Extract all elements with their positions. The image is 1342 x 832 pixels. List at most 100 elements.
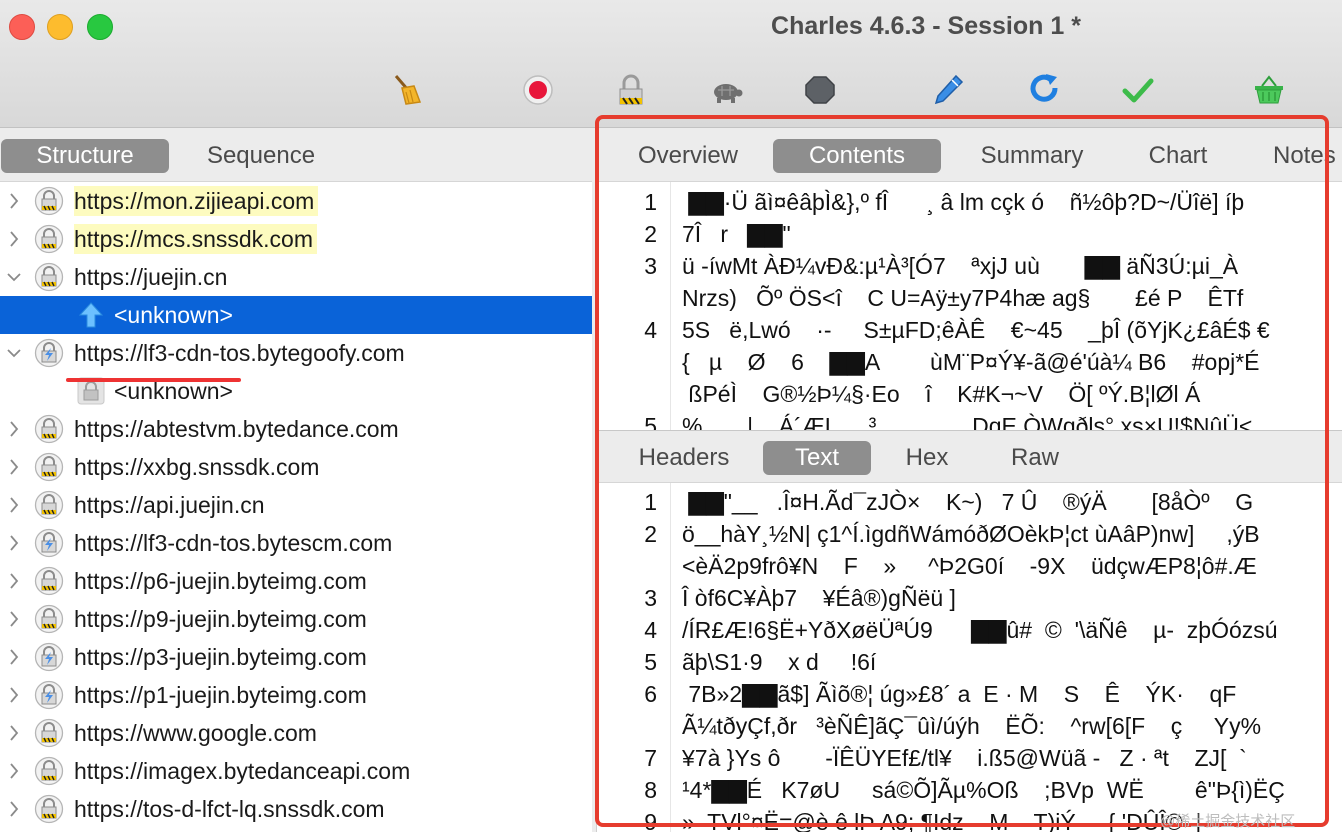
line-number: 9: [644, 809, 657, 832]
upload-arrow-icon: [76, 300, 106, 330]
chevron-right-icon[interactable]: [7, 646, 21, 668]
tab-structure[interactable]: Structure: [1, 139, 169, 173]
tab-contents[interactable]: Contents: [773, 139, 941, 173]
chevron-right-icon[interactable]: [7, 722, 21, 744]
chevron-right-icon[interactable]: [7, 494, 21, 516]
tab-raw[interactable]: Raw: [987, 441, 1083, 475]
lock-icon: [34, 756, 64, 786]
chevron-right-icon[interactable]: [7, 608, 21, 630]
ssl-proxy-icon[interactable]: [613, 72, 649, 108]
tree-row-label: https://lf3-cdn-tos.bytescm.com: [74, 530, 393, 556]
stop-hexagon-icon[interactable]: [802, 72, 838, 108]
lock-icon: [34, 186, 64, 216]
chevron-right-icon[interactable]: [7, 532, 21, 554]
content-line: % | Á´ÆL ³ DqE ÒWqðls° xs×U!$NûÜ<: [682, 413, 1253, 430]
content-line: 7Î r ▇▇": [682, 221, 791, 247]
tree-host-row[interactable]: https://juejin.cn: [0, 258, 592, 296]
line-number: 7: [644, 745, 657, 771]
chevron-down-icon[interactable]: [7, 266, 21, 288]
tree-row-label: https://p6-juejin.byteimg.com: [74, 568, 367, 594]
throttle-turtle-icon[interactable]: [708, 72, 744, 108]
chevron-right-icon[interactable]: [7, 418, 21, 440]
chevron-down-icon[interactable]: [7, 342, 21, 364]
content-line: /ÍR£Æ!6§Ë+YðXøëÜªÚ9 ▇▇û# © '\äÑê µ- zþÓó…: [682, 617, 1278, 643]
record-icon[interactable]: [520, 72, 556, 108]
tree-host-row[interactable]: https://api.juejin.cn: [0, 486, 592, 524]
broom-icon[interactable]: [388, 72, 424, 108]
lock-icon: [34, 414, 64, 444]
tree-host-row[interactable]: https://p3-juejin.byteimg.com: [0, 638, 592, 676]
line-number: 4: [644, 317, 657, 343]
tab-summary[interactable]: Summary: [957, 139, 1107, 173]
tree-host-row[interactable]: https://p9-juejin.byteimg.com: [0, 600, 592, 638]
tree-row-label: https://api.juejin.cn: [74, 492, 265, 518]
content-line: <èÄ2p9frô¥N F » ^Þ2G0í -9X üdçwÆP8¦ô#.Æ: [682, 553, 1257, 579]
tree-host-row[interactable]: https://tos-d-lfct-lq.snssdk.com: [0, 790, 592, 828]
content-line: ¥7à }Ys ô -ÏÊÜYEf£/tl¥ i.ß5@Wüã - Z · ªt…: [682, 745, 1247, 771]
lightning-lock-icon: [34, 680, 64, 710]
tree-host-row[interactable]: https://p6-juejin.byteimg.com: [0, 562, 592, 600]
tree-row-label: https://tos-d-lfct-lq.snssdk.com: [74, 796, 385, 822]
lock-icon: [34, 224, 64, 254]
chevron-right-icon[interactable]: [7, 760, 21, 782]
chevron-right-icon[interactable]: [7, 570, 21, 592]
chevron-right-icon[interactable]: [7, 190, 21, 212]
chevron-right-icon[interactable]: [7, 798, 21, 820]
tree-host-row[interactable]: https://mcs.snssdk.com: [0, 220, 592, 258]
chevron-right-icon[interactable]: [7, 456, 21, 478]
tab-notes[interactable]: Notes: [1273, 139, 1342, 173]
compose-pen-icon[interactable]: [930, 72, 966, 108]
structure-pane: Structure Sequence https://mon.zijieapi.…: [0, 129, 592, 832]
line-number: 1: [644, 489, 657, 515]
line-number: 5: [644, 413, 657, 430]
window-title: Charles 4.6.3 - Session 1 *: [771, 12, 1081, 40]
tree-row-label: <unknown>: [114, 302, 233, 328]
lock-icon: [34, 262, 64, 292]
line-number: 1: [644, 189, 657, 215]
response-text-body[interactable]: 1 ▇▇"__ .Î¤H.Ãd¯zJÒ× K~) 7 Û ®ýÄ [8åÒº G…: [597, 483, 1342, 832]
tab-headers[interactable]: Headers: [613, 441, 755, 475]
tree-host-row[interactable]: https://lf3-cdn-tos.bytescm.com: [0, 524, 592, 562]
tree-row-label: https://mon.zijieapi.com: [74, 186, 319, 216]
lock-icon: [34, 718, 64, 748]
request-contents-text[interactable]: 1 ▇▇·Ü ãì¤êâþÌ&},º fÎ ¸ â lm cçk ó ñ½ôþ?…: [597, 182, 1342, 430]
content-line: » TVl°¤Ë=@è ê lÞ A9; ¶Idz M T)iÝ { 'DÛÎ©…: [682, 809, 1202, 832]
tree-host-row[interactable]: https://xxbg.snssdk.com: [0, 448, 592, 486]
line-number: [597, 710, 657, 742]
lock-icon: [34, 490, 64, 520]
tab-sequence[interactable]: Sequence: [186, 139, 336, 173]
detail-pane: Overview Contents Summary Chart Notes 1 …: [596, 129, 1342, 832]
tree-child-row[interactable]: <unknown>: [0, 296, 592, 334]
tree-row-label: https://mcs.snssdk.com: [74, 224, 318, 254]
content-line: ßPéÌ G®½Þ¼§·Eo î K#K¬~V Ö[ ºÝ.B¦lØl Á: [682, 381, 1201, 407]
line-number: 2: [644, 521, 657, 547]
tab-hex[interactable]: Hex: [877, 441, 977, 475]
tree-row-label: https://p3-juejin.byteimg.com: [74, 644, 367, 670]
chevron-right-icon[interactable]: [7, 228, 21, 250]
content-line: Ã¼tðyÇf,ðr ³èÑÊ]ãÇ¯ûì/úýh ËÕ: ^rw[6[F ç …: [682, 713, 1262, 739]
repeat-refresh-icon[interactable]: [1026, 72, 1062, 108]
tree-row-label: https://p1-juejin.byteimg.com: [74, 682, 367, 708]
tab-overview[interactable]: Overview: [613, 139, 763, 173]
tab-text[interactable]: Text: [763, 441, 871, 475]
line-number: [597, 346, 657, 378]
annotation-underline: [66, 378, 241, 382]
lock-icon: [34, 566, 64, 596]
chevron-right-icon[interactable]: [7, 684, 21, 706]
content-line: ö__hàY¸½N| ç1^Í.ìgdñWámóðØOèkÞ¦ct ùAâP)n…: [682, 521, 1260, 547]
tree-row-label: https://imagex.bytedanceapi.com: [74, 758, 411, 784]
tree-row-label: https://www.google.com: [74, 720, 317, 746]
validate-check-icon[interactable]: [1120, 72, 1156, 108]
tree-host-row[interactable]: https://imagex.bytedanceapi.com: [0, 752, 592, 790]
line-number: 2: [644, 221, 657, 247]
tree-host-row[interactable]: https://mon.zijieapi.com: [0, 182, 592, 220]
tree-host-row[interactable]: https://www.google.com: [0, 714, 592, 752]
bottom-tab-bar: Headers Text Hex Raw: [597, 430, 1342, 483]
basket-icon[interactable]: [1251, 72, 1287, 108]
tree-host-row[interactable]: https://p1-juejin.byteimg.com: [0, 676, 592, 714]
tree-host-row[interactable]: https://lf3-cdn-tos.bytegoofy.com: [0, 334, 592, 372]
tree-host-row[interactable]: https://abtestvm.bytedance.com: [0, 410, 592, 448]
tab-chart[interactable]: Chart: [1103, 139, 1253, 173]
content-line: { µ Ø 6 ▇▇A ùM¨P¤Ý¥-ã@é'úà¼ B6 #opj*É: [682, 349, 1260, 375]
line-number: 3: [644, 253, 657, 279]
